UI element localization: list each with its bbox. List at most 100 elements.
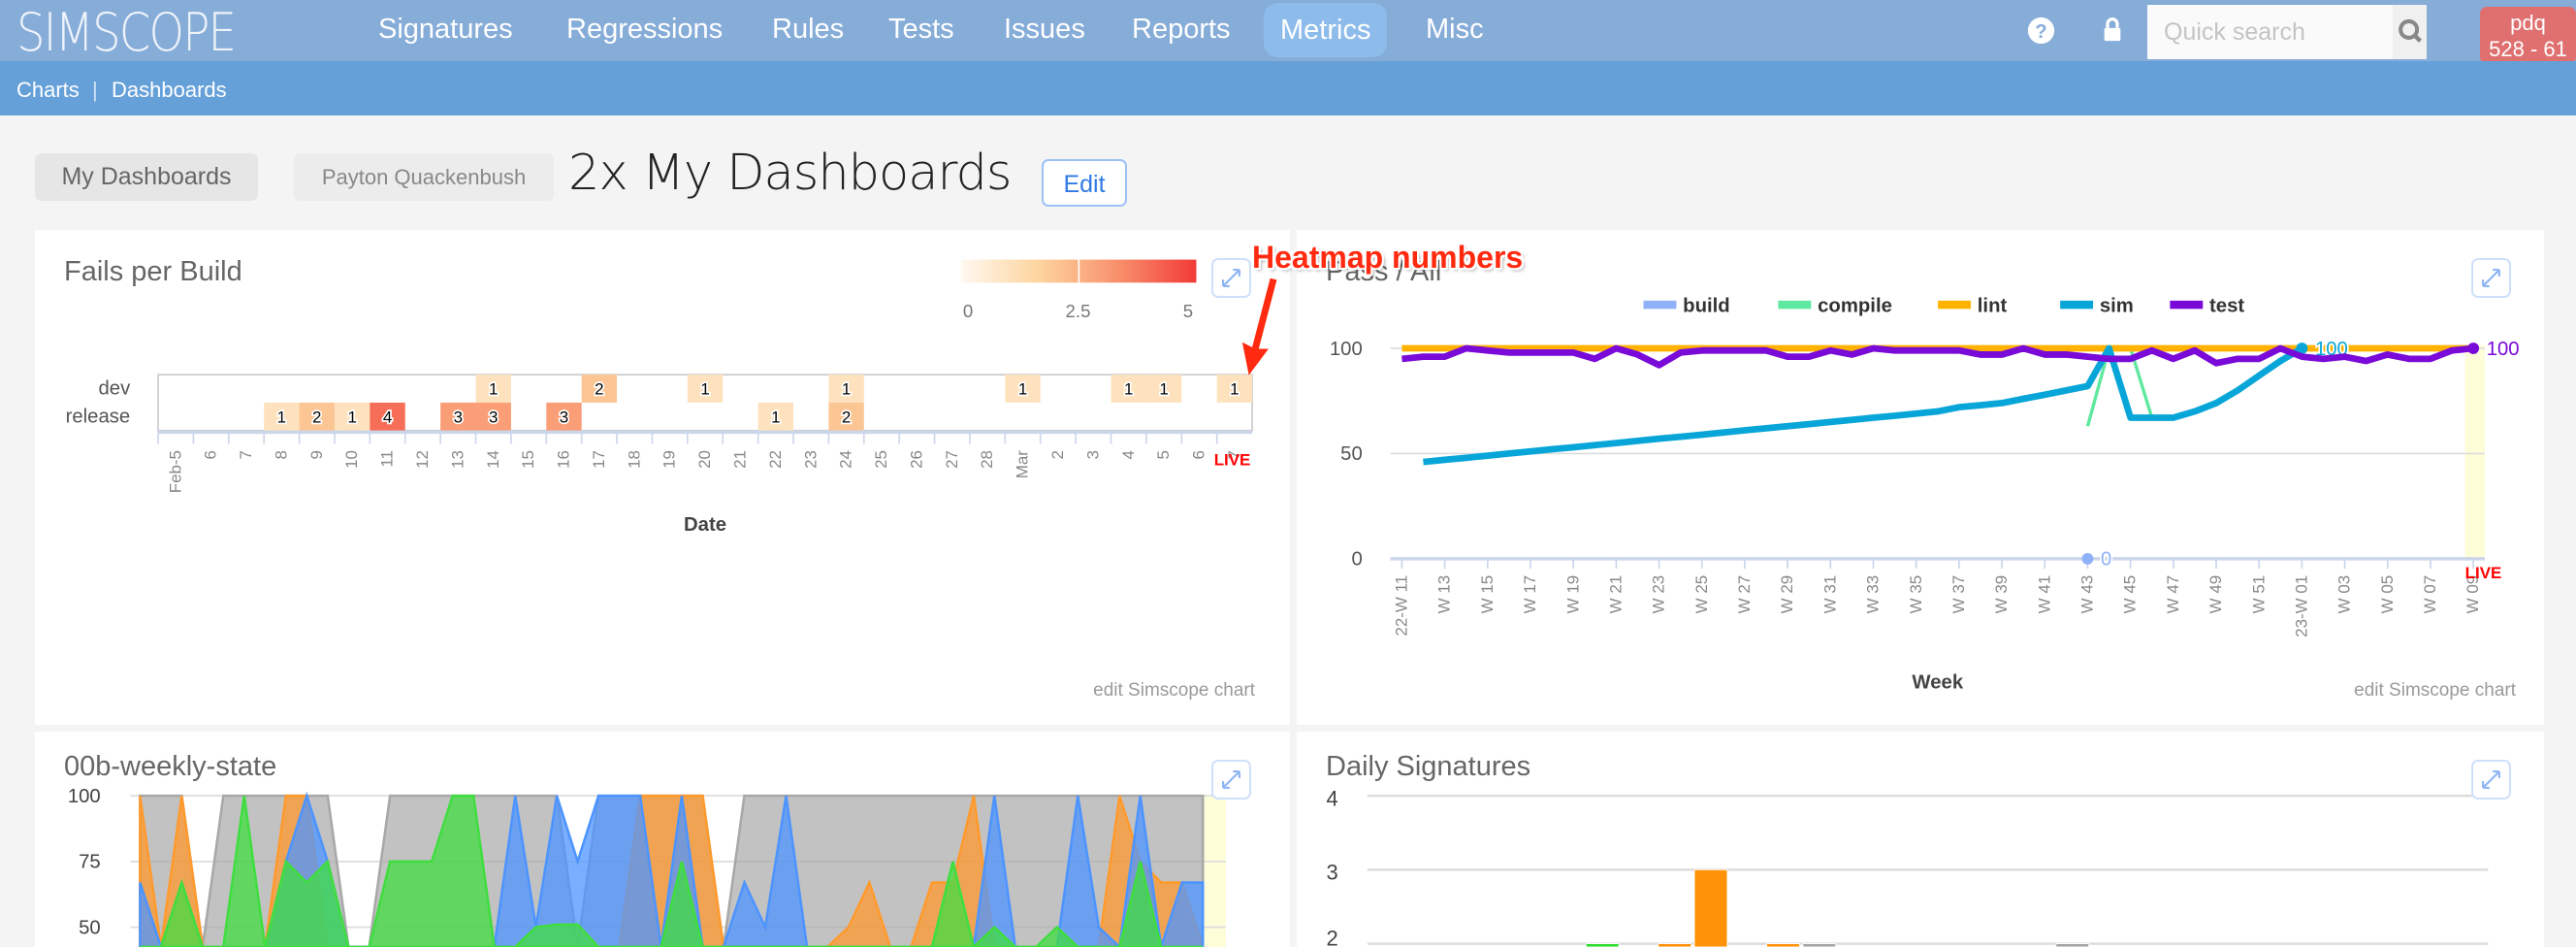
heatmap-cell-label: 2 bbox=[312, 408, 321, 426]
search-placeholder: Quick search bbox=[2164, 18, 2305, 46]
nav-signatures[interactable]: Signatures bbox=[378, 14, 513, 46]
heatmap-cell-label: 1 bbox=[1018, 379, 1027, 398]
bar bbox=[1766, 943, 1800, 947]
x-tick-label: W 43 bbox=[2078, 575, 2097, 614]
edit-button[interactable]: Edit bbox=[1042, 159, 1127, 207]
legend-label-sim: sim bbox=[2100, 296, 2134, 317]
heatmap-cell-label: 2 bbox=[842, 408, 851, 426]
x-tick-label: W 39 bbox=[1992, 575, 2011, 614]
series-line-sim bbox=[1423, 344, 2304, 466]
legend-swatch-compile bbox=[1778, 300, 1812, 310]
lock-icon[interactable] bbox=[2103, 16, 2122, 43]
series-end-marker-test bbox=[2467, 343, 2480, 354]
y-tick-label: 3 bbox=[1326, 861, 1337, 885]
app: SIMSCOPE Signatures Regressions Rules Te… bbox=[0, 0, 2576, 947]
search-button[interactable] bbox=[2393, 5, 2427, 59]
y-tick-label: 50 bbox=[79, 917, 101, 938]
x-tick-label: 3 bbox=[1083, 450, 1102, 459]
y-tick-label: 2 bbox=[1326, 926, 1337, 947]
x-tick-label: 27 bbox=[943, 450, 961, 469]
series-end-label-test: 100 bbox=[2487, 339, 2520, 360]
x-tick-label: 15 bbox=[519, 450, 537, 469]
edit-chart-link[interactable]: edit Simscope chart bbox=[2354, 680, 2516, 702]
user-name: pdq bbox=[2510, 11, 2546, 35]
x-tick-label: 5 bbox=[1154, 450, 1173, 459]
top-navbar: SIMSCOPE Signatures Regressions Rules Te… bbox=[0, 0, 2576, 64]
x-tick-label: 8 bbox=[272, 450, 290, 459]
bar bbox=[1802, 943, 1837, 947]
expand-icon bbox=[2481, 769, 2501, 790]
owner-button[interactable]: Payton Quackenbush bbox=[294, 153, 554, 201]
legend-swatch-sim bbox=[2060, 300, 2094, 310]
y-tick-label: dev bbox=[98, 377, 131, 399]
panel-title: Fails per Build bbox=[64, 256, 242, 287]
x-tick-label: W 27 bbox=[1735, 575, 1754, 614]
nav-misc[interactable]: Misc bbox=[1426, 14, 1484, 46]
legend-swatch-lint bbox=[1938, 300, 1972, 310]
heatmap-cell-label: 1 bbox=[1124, 379, 1133, 398]
annotation-arrow-icon bbox=[1241, 278, 1277, 376]
heatmap-cell-label: 1 bbox=[1159, 379, 1168, 398]
breadcrumb-charts[interactable]: Charts bbox=[16, 78, 80, 103]
x-tick-label: W 25 bbox=[1692, 575, 1711, 614]
nav-reports[interactable]: Reports bbox=[1132, 14, 1231, 46]
x-tick-label: 28 bbox=[978, 450, 996, 469]
nav-issues[interactable]: Issues bbox=[1004, 14, 1085, 46]
heatmap-cell-label: 3 bbox=[560, 408, 568, 426]
nav-regressions[interactable]: Regressions bbox=[566, 14, 723, 46]
question-circle-icon[interactable]: ? bbox=[2027, 16, 2055, 45]
legend-swatch-test bbox=[2170, 300, 2204, 310]
bar bbox=[1693, 868, 1728, 947]
colorbar-tick-label: 2.5 bbox=[1066, 301, 1091, 321]
heatmap-cell-label: 1 bbox=[700, 379, 709, 398]
x-tick-label: 11 bbox=[378, 450, 397, 468]
series-end-marker-build bbox=[2081, 552, 2094, 565]
x-tick-label: W 35 bbox=[1907, 575, 1925, 614]
y-tick-label: 100 bbox=[1330, 339, 1363, 360]
nav-tests[interactable]: Tests bbox=[888, 14, 954, 46]
nav-metrics[interactable]: Metrics bbox=[1264, 3, 1388, 57]
x-tick-label: W 23 bbox=[1650, 575, 1668, 614]
expand-button[interactable] bbox=[1211, 760, 1251, 800]
x-tick-label: 23 bbox=[801, 450, 820, 469]
y-tick-label: 0 bbox=[1351, 549, 1362, 571]
expand-button[interactable] bbox=[2471, 760, 2511, 800]
x-tick-label: W 13 bbox=[1435, 575, 1454, 614]
heatmap-cell-label: 2 bbox=[595, 379, 603, 398]
x-tick-label: W 37 bbox=[1949, 575, 1968, 614]
panel-daily-signatures: 2 3 4 Daily Signatures bbox=[1297, 732, 2544, 947]
panel-weekly-state: 50 75 100 00b-weekly-state bbox=[35, 732, 1290, 947]
expand-icon bbox=[2481, 268, 2501, 288]
x-tick-label: 9 bbox=[307, 450, 326, 459]
panel-title: 00b-weekly-state bbox=[64, 751, 277, 782]
breadcrumb-dashboards[interactable]: Dashboards bbox=[112, 78, 227, 103]
heatmap-cell-label: 1 bbox=[277, 408, 286, 426]
x-tick-label: W 15 bbox=[1478, 575, 1497, 614]
x-tick-label: W 51 bbox=[2249, 575, 2268, 614]
x-tick-label: W 41 bbox=[2035, 575, 2053, 614]
nav-rules[interactable]: Rules bbox=[772, 14, 844, 46]
bar bbox=[1658, 943, 1692, 947]
search-input[interactable]: Quick search bbox=[2147, 5, 2427, 59]
expand-button[interactable] bbox=[2471, 258, 2511, 298]
x-tick-label: 14 bbox=[484, 450, 502, 469]
logo[interactable]: SIMSCOPE bbox=[16, 2, 237, 63]
edit-chart-link[interactable]: edit Simscope chart bbox=[1093, 680, 1255, 702]
heatmap-cell-label: 1 bbox=[1230, 379, 1239, 398]
y-tick-label: 100 bbox=[68, 786, 101, 807]
panel-fails-per-build: 0 2.5 5 dev 1 2 1 1 1 1 1 1 release 1 2 1 4 3 3 3 1 2 Feb-5 6 7 8… bbox=[35, 230, 1290, 725]
x-tick-label: 6 bbox=[202, 450, 220, 459]
x-tick-label: 16 bbox=[555, 450, 573, 469]
svg-text:?: ? bbox=[2035, 20, 2047, 43]
user-badge[interactable]: pdq 528 - 61 bbox=[2480, 7, 2576, 64]
heatmap-cell-label: 1 bbox=[771, 408, 780, 426]
x-tick-label: W 31 bbox=[1820, 575, 1839, 614]
x-tick-label: 12 bbox=[413, 450, 432, 469]
x-tick-label: W 03 bbox=[2335, 575, 2354, 614]
x-tick-label: 25 bbox=[872, 450, 890, 469]
heatmap-cell-label: 1 bbox=[489, 379, 498, 398]
my-dashboards-button[interactable]: My Dashboards bbox=[35, 153, 258, 201]
x-tick-label: Mar bbox=[1014, 450, 1032, 479]
x-tick-label: W 07 bbox=[2421, 575, 2439, 614]
x-tick-label: 23-W 01 bbox=[2292, 575, 2310, 637]
